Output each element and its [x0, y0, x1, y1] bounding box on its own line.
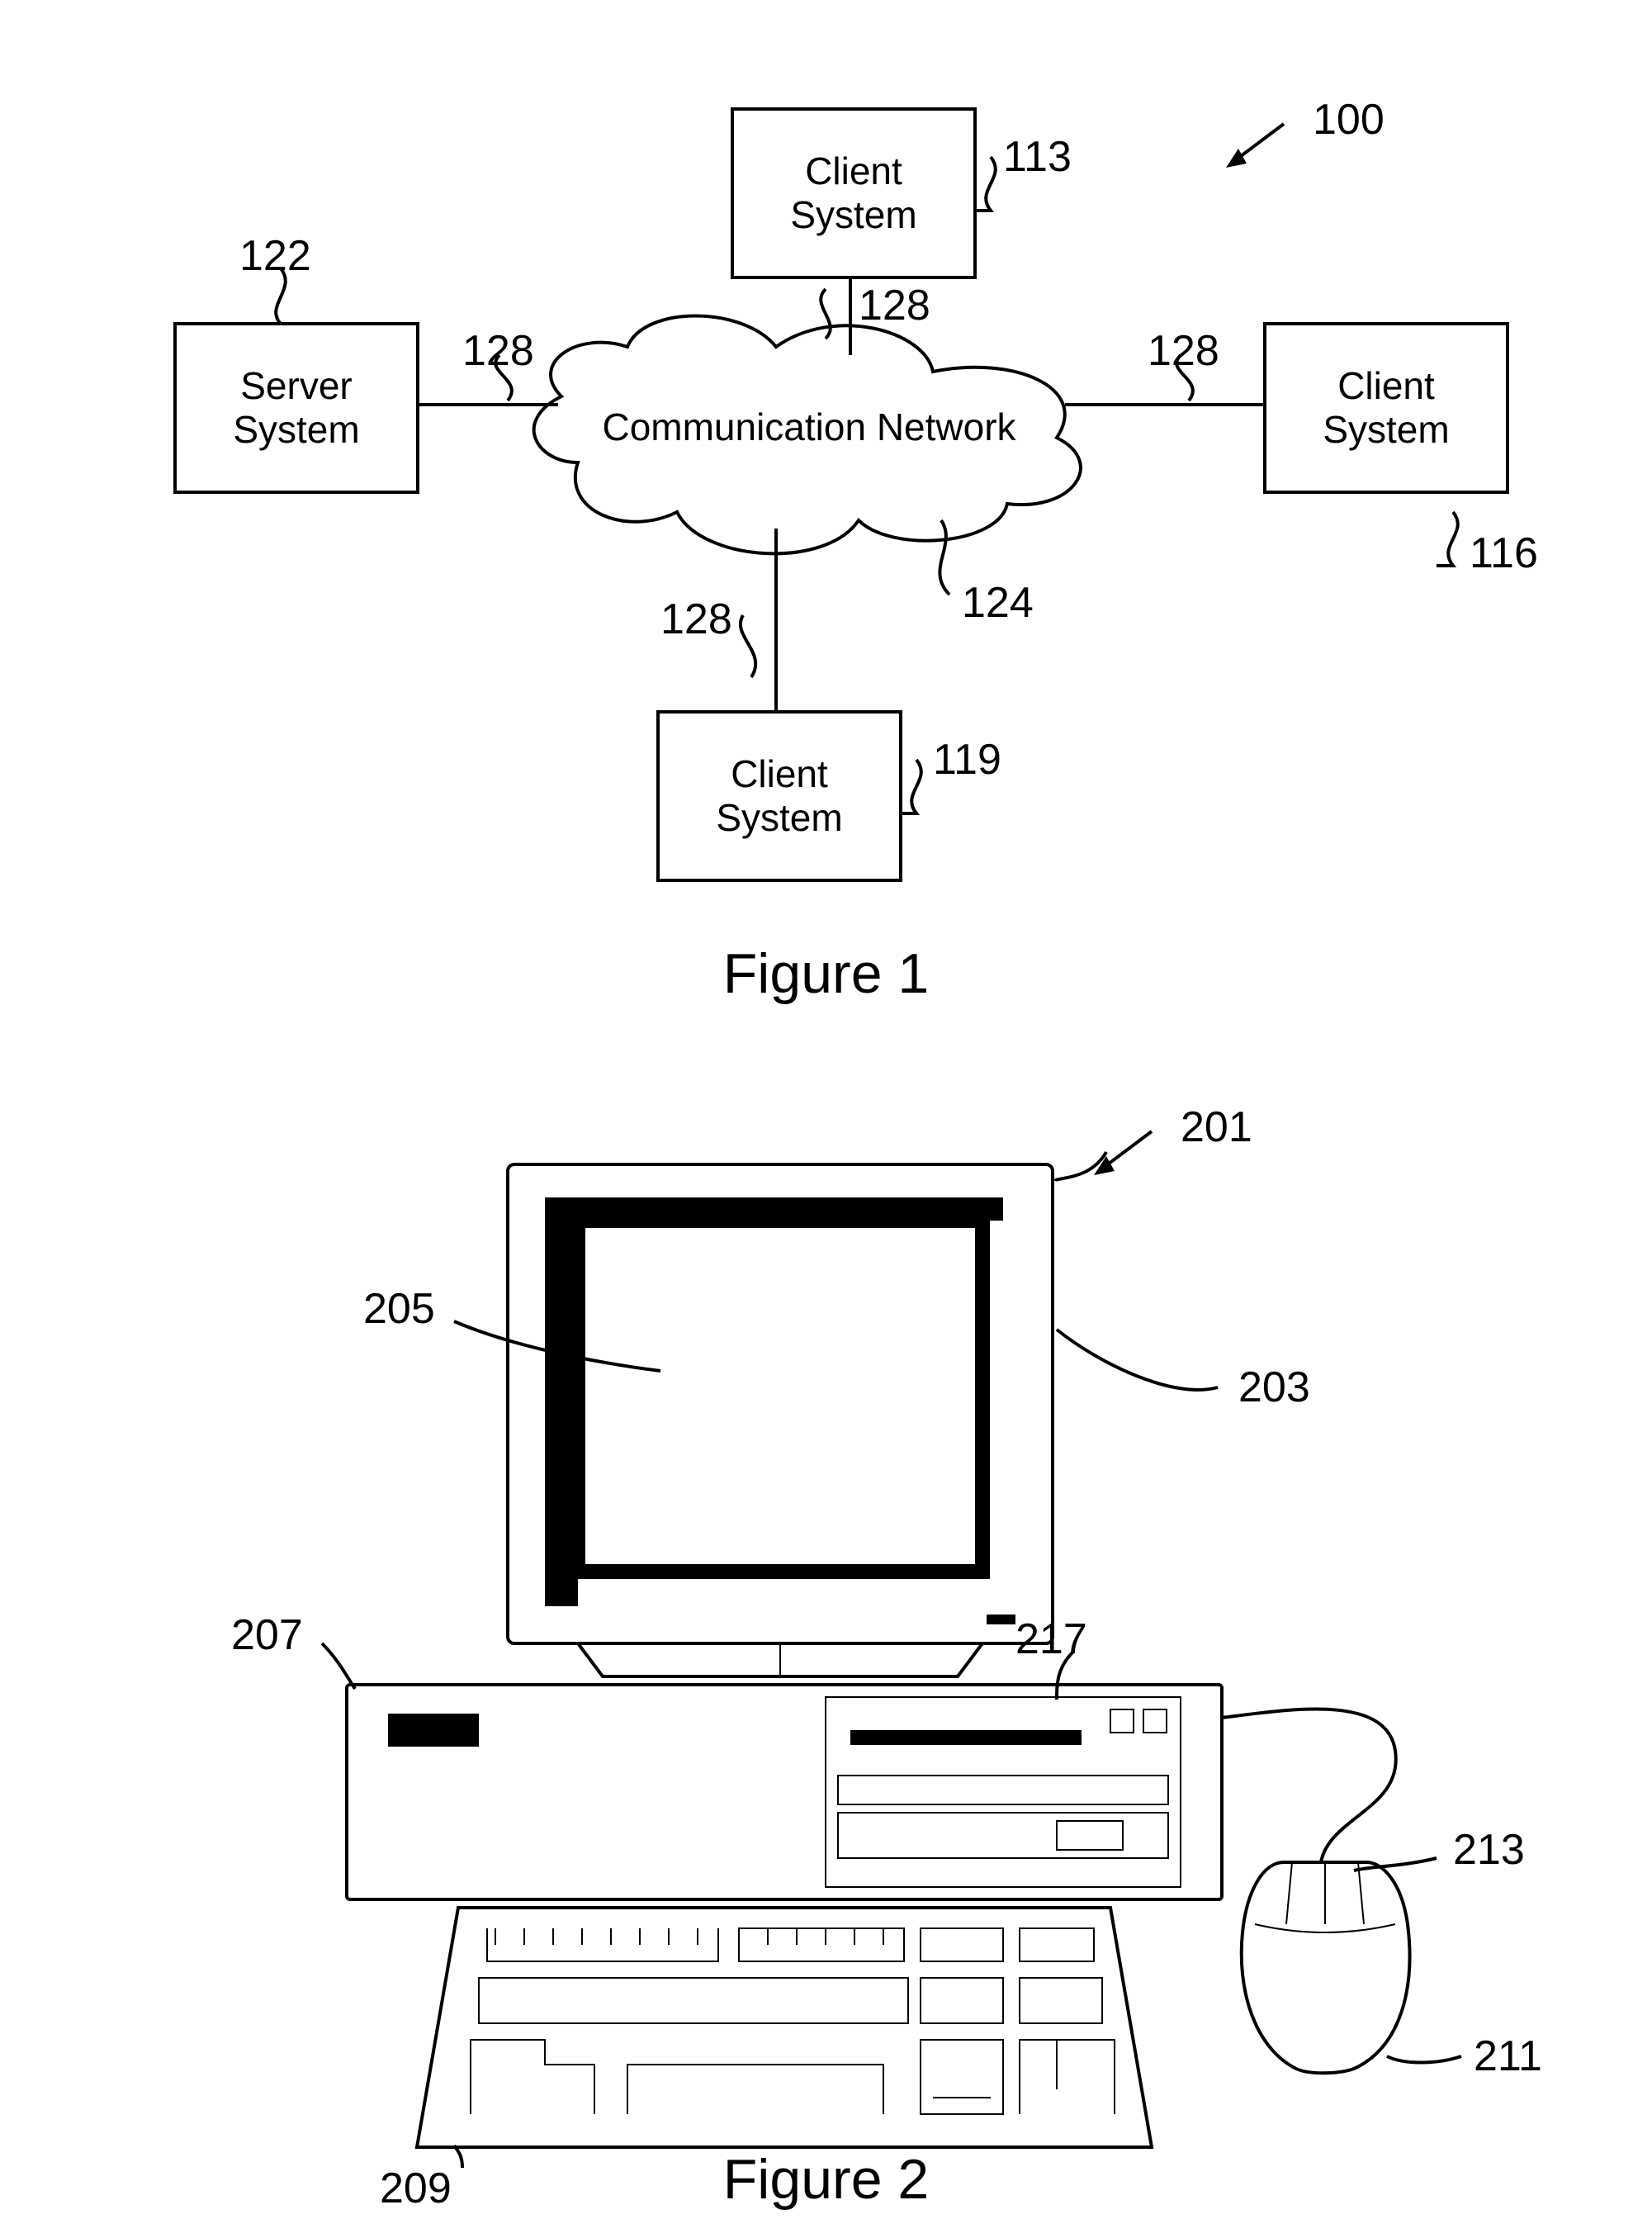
ref-213: 213: [1453, 1825, 1525, 1875]
lead-213: [1354, 1858, 1437, 1871]
page: Server System Client System Client Syste…: [0, 0, 1652, 2238]
keyboard-outline: [417, 1908, 1152, 2147]
drive-eject: [1057, 1821, 1123, 1850]
drive-btn2: [1143, 1709, 1167, 1733]
drive-row-1: [838, 1776, 1168, 1804]
drive-slot: [850, 1730, 1082, 1745]
figure2-svg: [0, 0, 1652, 2238]
screen-bezel: [545, 1197, 1003, 1606]
tower-badge: [388, 1714, 479, 1747]
lead-203b: [1057, 1330, 1218, 1390]
ref-207: 207: [231, 1610, 303, 1660]
mouse-icon: [1242, 1862, 1410, 2073]
ref-203: 203: [1238, 1363, 1310, 1412]
drive-row-2: [838, 1813, 1168, 1858]
mouse-cable: [1222, 1709, 1396, 1862]
arrow-201-icon: [1094, 1131, 1152, 1175]
figure2-caption: Figure 2: [0, 2147, 1652, 2212]
ref-217: 217: [1015, 1614, 1087, 1664]
monitor-led: [987, 1614, 1015, 1624]
lead-207: [322, 1643, 355, 1689]
ref-211: 211: [1474, 2032, 1542, 2081]
drive-btn1: [1110, 1709, 1134, 1733]
keyboard-keys: [471, 1928, 1115, 2114]
ref-201: 201: [1181, 1102, 1252, 1152]
ref-205: 205: [363, 1284, 435, 1334]
lead-211: [1387, 2056, 1461, 2063]
lead-203: [1055, 1152, 1106, 1181]
